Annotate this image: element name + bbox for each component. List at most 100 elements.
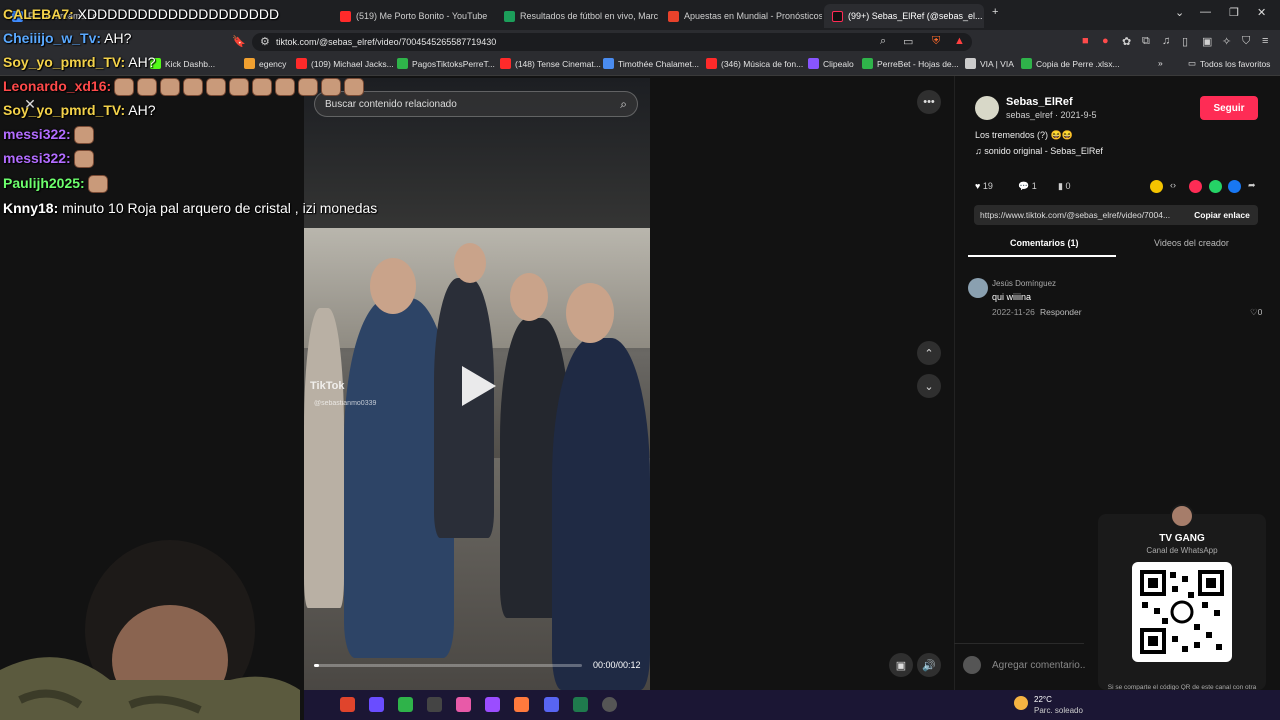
bookmark-favicon-icon [397, 58, 408, 69]
follow-button[interactable]: Seguir [1200, 96, 1258, 120]
share-tiktok-icon[interactable] [1189, 180, 1202, 193]
chat-username: Cheiiijo_w_Tv: [3, 30, 102, 46]
bookmark-item[interactable]: (109) Michael Jacks... [296, 58, 394, 69]
weather-temp: 22°C [1034, 695, 1052, 704]
tab-resultados[interactable]: Resultados de fútbol en vivo, Marcad [496, 4, 658, 28]
bookmark-item[interactable]: Timothée Chalamet... [603, 58, 699, 69]
extension-icon[interactable]: ✿ [1122, 35, 1131, 48]
tab-apuestas[interactable]: Apuestas en Mundial - Pronósticos d [660, 4, 822, 28]
play-icon[interactable] [462, 366, 496, 406]
wallet-icon[interactable]: ▣ [1202, 35, 1212, 48]
app-taskbar-icon[interactable] [573, 697, 588, 712]
tab-search-chevron-icon[interactable]: ⌄ [1175, 6, 1184, 19]
tab-favicon-icon [668, 10, 679, 22]
app-taskbar-icon[interactable] [427, 697, 442, 712]
play-taskbar-icon[interactable] [398, 697, 413, 712]
brave-rewards-icon[interactable]: ▲ [954, 35, 965, 47]
bookmark-item[interactable]: Kick Dashb... [150, 58, 215, 69]
bookmark-favicon-icon [862, 58, 873, 69]
bookmark-label: Todos los favoritos [1200, 58, 1271, 69]
commenter-avatar[interactable] [968, 278, 988, 298]
bookmark-label: Kick Dashb... [165, 58, 216, 69]
app-taskbar-icon[interactable] [514, 697, 529, 712]
tab-tiktok[interactable]: (99+) Sebas_ElRef (@sebas_el... ✕ [824, 4, 984, 28]
bookmark-item[interactable]: PerreBet - Hojas de... [862, 58, 959, 69]
weather-icon[interactable] [1014, 696, 1028, 710]
previous-video-icon[interactable]: ⌃ [917, 341, 941, 365]
comment-button[interactable]: 💬 1 [1018, 181, 1037, 192]
cast-icon[interactable]: ▭ [903, 35, 913, 48]
save-button[interactable]: ▮ 0 [1058, 181, 1070, 192]
bookmark-item[interactable]: (148) Tense Cinemat... [500, 58, 601, 69]
zoom-icon[interactable]: ⌕ [880, 35, 886, 48]
app-taskbar-icon[interactable] [602, 697, 617, 712]
mini-player-icon[interactable]: ▣ [889, 653, 913, 677]
brave-shield-icon[interactable]: ⛨ [932, 35, 940, 48]
apps-taskbar-icon[interactable] [369, 697, 384, 712]
tab-comments[interactable]: Comentarios (1) [1010, 238, 1079, 248]
sound-link[interactable]: ♫ sonido original - Sebas_ElRef [975, 146, 1103, 156]
bookmark-item[interactable]: egency [244, 58, 286, 69]
extension-off-icon[interactable]: ● [1102, 35, 1109, 47]
sidebar-icon[interactable]: ▯ [1182, 35, 1188, 48]
discord-taskbar-icon[interactable] [544, 697, 559, 712]
bookmark-page-icon[interactable]: 🔖 [232, 35, 246, 48]
whatsapp-icon[interactable] [1209, 180, 1222, 193]
bookmark-item[interactable]: Clipealo [808, 58, 854, 69]
like-button[interactable]: ♥ 19 [975, 181, 993, 191]
video-scene-head [510, 273, 548, 321]
share-arrow-icon[interactable]: ➦ [1248, 180, 1256, 191]
chat-emote-icon [275, 78, 296, 97]
extensions-puzzle-icon[interactable]: ⧉ [1142, 35, 1150, 48]
facebook-icon[interactable] [1228, 180, 1241, 193]
more-options-icon[interactable]: ••• [917, 90, 941, 114]
volume-icon[interactable]: 🔊 [917, 653, 941, 677]
comment-like-button[interactable]: ♡0 [1250, 307, 1262, 318]
chat-username: Soy_yo_pmrd_TV: [3, 102, 126, 118]
bookmark-item[interactable]: Copia de Perre .xlsx... [1021, 58, 1120, 69]
bookmark-item[interactable]: PagosTiktoksPerreT... [397, 58, 495, 69]
maximize-button[interactable]: ❐ [1229, 6, 1239, 19]
search-icon[interactable]: ⌕ [620, 97, 627, 112]
divider [954, 643, 1084, 644]
address-bar[interactable]: tiktok.com/@sebas_elref/video/7004545265… [252, 33, 972, 51]
active-tab-indicator [968, 255, 1116, 257]
comment-author[interactable]: Jesús Domínguez [992, 279, 1056, 288]
video-scene-head [370, 258, 416, 314]
chat-username: Leonardo_xd16: [3, 78, 112, 94]
streamer-webcam [0, 520, 300, 720]
creator-name[interactable]: Sebas_ElRef [1006, 96, 1073, 108]
next-video-icon[interactable]: ⌄ [917, 374, 941, 398]
tab-youtube[interactable]: (519) Me Porto Bonito - YouTube [332, 4, 494, 28]
extension-icon[interactable]: ■ [1082, 35, 1089, 47]
app-taskbar-icon[interactable] [485, 697, 500, 712]
all-bookmarks-folder[interactable]: ▭ Todos los favoritos [1188, 58, 1270, 69]
bookmark-label: (148) Tense Cinemat... [515, 58, 601, 69]
brave-taskbar-icon[interactable] [340, 697, 355, 712]
menu-icon[interactable]: ≡ [1262, 35, 1268, 47]
copy-link-button[interactable]: Copiar enlace [1188, 205, 1256, 225]
tab-creator-videos[interactable]: Videos del creador [1154, 238, 1229, 248]
bookmark-item[interactable]: (346) Música de fon... [706, 58, 803, 69]
video-link-text: https://www.tiktok.com/@sebas_elref/vide… [980, 210, 1171, 220]
bookmark-item[interactable]: VIA | VIA [965, 58, 1014, 69]
music-icon[interactable]: ♫ [1162, 35, 1170, 47]
embed-icon[interactable]: ‹› [1170, 180, 1176, 190]
close-window-button[interactable]: ✕ [1257, 6, 1266, 19]
bookmarks-overflow-icon[interactable]: » [1158, 58, 1163, 68]
chat-message: messi322: [3, 126, 94, 145]
share-emoji-icon[interactable] [1150, 180, 1163, 193]
creator-avatar[interactable] [975, 96, 999, 120]
vpn-icon[interactable]: ⛉ [1242, 35, 1250, 48]
site-info-icon[interactable]: ⚙ [260, 35, 270, 48]
reply-button[interactable]: Responder [1040, 307, 1082, 317]
folder-icon: ▭ [1188, 58, 1197, 68]
minimize-button[interactable]: — [1200, 6, 1211, 18]
app-taskbar-icon[interactable] [456, 697, 471, 712]
leo-ai-icon[interactable]: ✧ [1222, 35, 1231, 48]
add-comment-input[interactable]: Agregar comentario... [986, 655, 1086, 675]
tab-label: Apuestas en Mundial - Pronósticos d [684, 11, 822, 21]
new-tab-button[interactable]: + [992, 6, 998, 18]
chat-emote-icon [252, 78, 273, 97]
video-progress-bar[interactable] [314, 664, 582, 667]
